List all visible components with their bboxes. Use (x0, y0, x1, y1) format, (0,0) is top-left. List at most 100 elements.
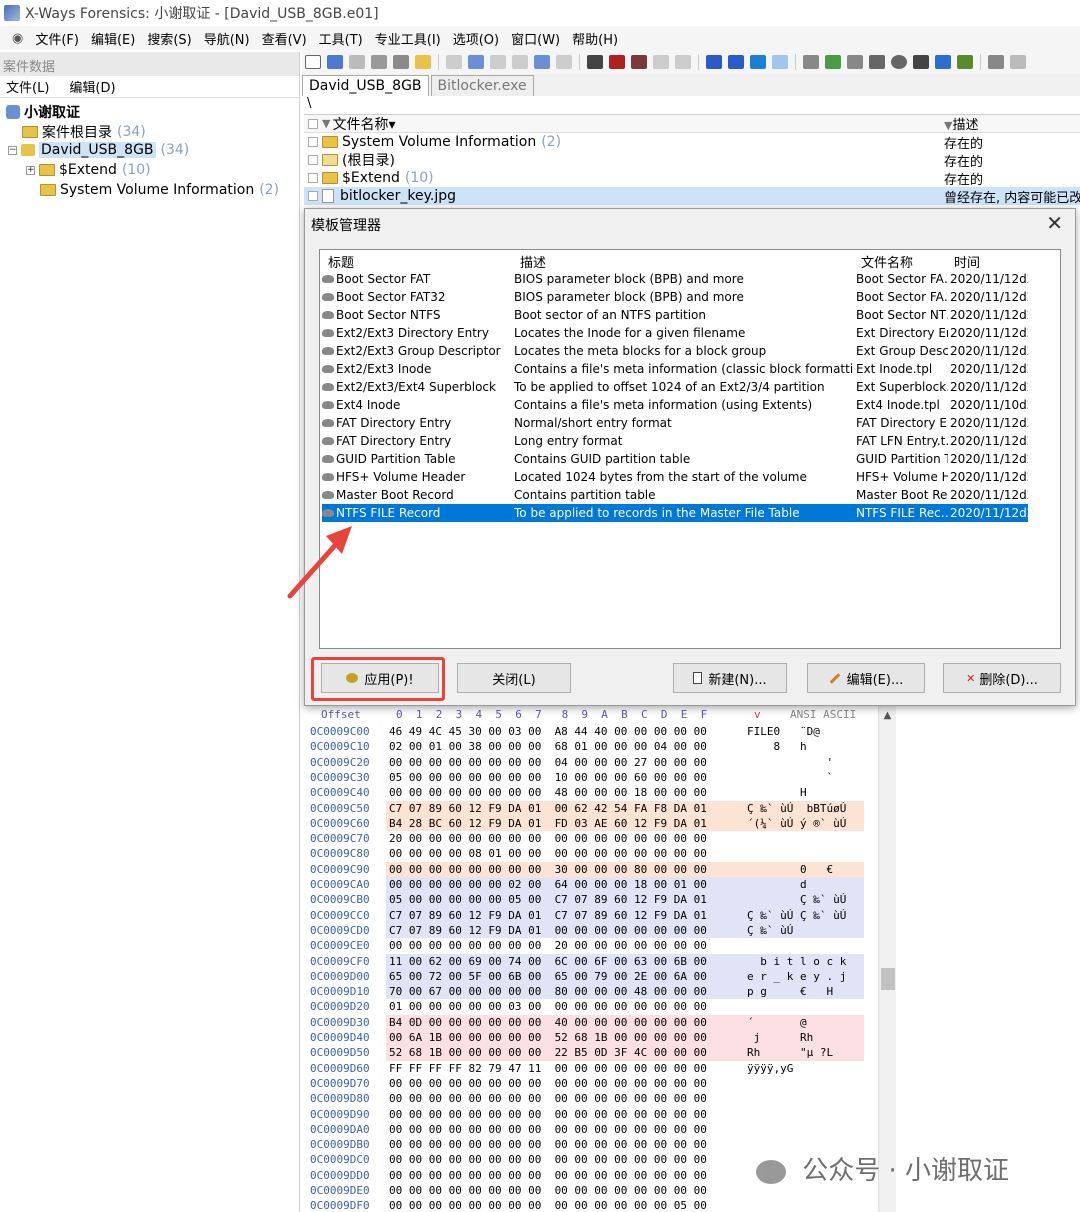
ram-icon[interactable] (869, 55, 885, 69)
menu-file[interactable]: 文件(F) (35, 29, 79, 48)
replace-icon[interactable] (653, 55, 669, 69)
menu-edit[interactable]: 编辑(E) (91, 29, 135, 48)
hex-row[interactable]: 0C0009CA0 00 00 00 00 00 00 02 00 64 00 0… (304, 877, 878, 893)
filter-icon[interactable]: ▼ (322, 117, 330, 130)
template-row[interactable]: Ext4 Inode Contains a file's meta informa… (322, 396, 1028, 414)
select-all-checkbox[interactable] (308, 118, 318, 129)
open-icon[interactable] (327, 55, 343, 69)
hex-row[interactable]: 0C0009D30 B4 0D 00 00 00 00 00 00 40 00 0… (304, 1014, 878, 1030)
hex-row[interactable]: 0C0009D40 00 6A 1B 00 00 00 00 00 52 68 1… (304, 1030, 878, 1046)
hex-scrollbar[interactable]: ▲ (878, 706, 896, 1212)
hex-row[interactable]: 0C0009C00 46 49 4C 45 30 00 03 00 A8 44 4… (304, 724, 878, 739)
row-checkbox[interactable] (308, 173, 318, 183)
search-icon[interactable] (891, 55, 907, 69)
hex-row[interactable]: 0C0009D80 00 00 00 00 00 00 00 00 00 00 0… (304, 1091, 878, 1106)
template-row[interactable]: Ext2/Ext3 Inode Contains a file's meta in… (322, 360, 1028, 378)
template-row[interactable]: GUID Partition Table Contains GUID partit… (322, 450, 1028, 468)
template-row[interactable]: Ext2/Ext3 Directory Entry Locates the Ino… (322, 324, 1028, 342)
registry-icon[interactable] (913, 55, 929, 69)
file-row[interactable]: (根目录) 存在的 (304, 151, 1080, 170)
properties-icon[interactable] (393, 55, 409, 69)
hex-row[interactable]: 0C0009C40 00 00 00 00 00 00 00 00 48 00 0… (304, 785, 878, 800)
hex-row[interactable]: 0C0009D20 01 00 00 00 00 00 03 00 00 00 0… (304, 999, 878, 1014)
template-row[interactable]: Boot Sector FAT32 BIOS parameter block (B… (322, 288, 1028, 306)
find-icon[interactable] (587, 55, 603, 69)
hex-row[interactable]: 0C0009C80 00 00 00 00 08 01 00 00 00 00 0… (304, 846, 878, 861)
undo-icon[interactable] (446, 55, 462, 69)
copy-icon[interactable] (468, 55, 484, 69)
file-row-selected[interactable]: bitlocker_key.jpg 曾经存在, 内容可能已改 (304, 187, 1080, 206)
tools-icon[interactable] (957, 55, 973, 69)
tree-item-case-root[interactable]: 案件根目录 (34) (22, 122, 146, 142)
menu-navigate[interactable]: 导航(N) (204, 29, 250, 48)
menu-specialist[interactable]: 专业工具(I) (375, 29, 441, 48)
column-desc-header[interactable]: ▼描述 (944, 114, 978, 133)
hex-row[interactable]: 0C0009C70 20 00 00 00 00 00 00 00 00 00 0… (304, 831, 878, 846)
hex-row[interactable]: 0C0009D70 00 00 00 00 00 00 00 00 00 00 0… (304, 1076, 878, 1091)
menu-search[interactable]: 搜索(S) (147, 29, 191, 48)
hex-row[interactable]: 0C0009DF0 00 00 00 00 00 00 00 00 00 00 0… (304, 1198, 878, 1212)
tab-bitlocker[interactable]: Bitlocker.exe (430, 75, 534, 96)
tree-item-evidence[interactable]: − David_USB_8GB (34) (8, 142, 189, 158)
table-icon[interactable] (1010, 55, 1026, 69)
template-row[interactable]: FAT Directory Entry Long entry format FAT … (322, 432, 1028, 450)
edit-button[interactable]: 编辑(E)... (807, 663, 925, 693)
paste-special-icon[interactable] (512, 55, 528, 69)
close-icon[interactable]: ✕ (1046, 211, 1063, 235)
column-name-header[interactable]: 文件名称▾ (332, 114, 395, 134)
export-icon[interactable] (415, 55, 431, 69)
delete-button[interactable]: ✕ 删除(D)... (943, 663, 1061, 693)
menu-options[interactable]: 选项(O) (453, 29, 499, 48)
hex-row[interactable]: 0C0009C30 05 00 00 00 00 00 00 00 10 00 0… (304, 770, 878, 785)
template-row[interactable]: Boot Sector NTFS Boot sector of an NTFS p… (322, 306, 1028, 324)
hex-row[interactable]: 0C0009D60 FF FF FF FF 82 79 47 11 00 00 0… (304, 1061, 878, 1076)
hex-row[interactable]: 0C0009C20 00 00 00 00 00 00 00 00 04 00 0… (304, 755, 878, 770)
tree-root[interactable]: 小谢取证 (6, 102, 80, 122)
back-arrow-icon[interactable] (750, 55, 766, 69)
new-icon[interactable] (305, 55, 321, 69)
col-title[interactable]: 标题 (328, 252, 354, 271)
hex-row[interactable]: 0C0009C60 B4 28 BC 60 12 F9 DA 01 FD 03 A… (304, 815, 878, 832)
hex-row[interactable]: 0C0009DA0 00 00 00 00 00 00 00 00 00 00 0… (304, 1122, 878, 1137)
tree-item-svi[interactable]: System Volume Information (2) (40, 182, 279, 198)
menu-window[interactable]: 窗口(W) (511, 29, 560, 48)
template-list[interactable]: 标题 描述 文件名称 时间 Boot Sector FAT BIOS parame… (319, 249, 1061, 649)
hex-row[interactable]: 0C0009CE0 00 00 00 00 00 00 00 00 20 00 0… (304, 938, 878, 953)
hex-row[interactable]: 0C0009D10 70 00 67 00 00 00 00 00 80 00 0… (304, 984, 878, 1000)
menu-help[interactable]: 帮助(H) (572, 29, 618, 48)
save-icon[interactable] (349, 55, 365, 69)
hex-row[interactable]: 0C0009D00 65 00 72 00 5F 00 6B 00 65 00 7… (304, 968, 878, 985)
find-hex-icon[interactable] (631, 55, 647, 69)
print-icon[interactable] (371, 55, 387, 69)
find-text-icon[interactable] (609, 55, 625, 69)
case-menu-edit[interactable]: 编辑(D) (69, 77, 115, 96)
col-filename[interactable]: 文件名称 (861, 252, 913, 271)
collapse-icon[interactable]: − (8, 145, 17, 155)
paste-icon[interactable] (490, 55, 506, 69)
tree-item-extend[interactable]: + $Extend (10) (26, 162, 151, 178)
template-row[interactable]: FAT Directory Entry Normal/short entry fo… (322, 414, 1028, 432)
fill-icon[interactable] (556, 55, 572, 69)
replace-hex-icon[interactable] (675, 55, 691, 69)
close-button[interactable]: 关闭(L) (457, 663, 571, 693)
hex-row[interactable]: 0C0009C50 C7 07 89 60 12 F9 DA 01 00 62 4… (304, 800, 878, 816)
template-row[interactable]: Ext2/Ext3 Group Descriptor Locates the me… (322, 342, 1028, 360)
col-desc[interactable]: 描述 (520, 252, 546, 271)
new-button[interactable]: 新建(N)... (673, 663, 787, 693)
row-checkbox[interactable] (308, 155, 318, 165)
menu-tools[interactable]: 工具(T) (319, 29, 363, 48)
template-row[interactable]: HFS+ Volume Header Located 1024 bytes fro… (322, 468, 1028, 486)
clipboard-icon[interactable] (534, 55, 550, 69)
row-checkbox[interactable] (308, 137, 318, 147)
scroll-up-icon[interactable]: ▲ (879, 710, 896, 721)
hex-row[interactable]: 0C0009D90 00 00 00 00 00 00 00 00 00 00 0… (304, 1107, 878, 1122)
hex-row[interactable]: 0C0009CB0 05 00 00 00 00 00 05 00 C7 07 8… (304, 892, 878, 908)
file-row[interactable]: $Extend (10) 存在的 (304, 169, 1080, 188)
hex-row[interactable]: 0C0009CF0 11 00 62 00 69 00 74 00 6C 00 6… (304, 953, 878, 969)
template-row[interactable]: Boot Sector FAT BIOS parameter block (BPB… (322, 270, 1028, 288)
hex-view[interactable]: Offset 0 1 2 3 4 5 6 7 8 9 A B C D E F v… (304, 706, 878, 1212)
hex-row[interactable]: 0C0009CD0 C7 07 89 60 12 F9 DA 01 00 00 0… (304, 922, 878, 939)
disk-icon[interactable] (803, 55, 819, 69)
expand-icon[interactable]: + (26, 165, 35, 175)
case-menu-file[interactable]: 文件(L) (6, 77, 49, 96)
